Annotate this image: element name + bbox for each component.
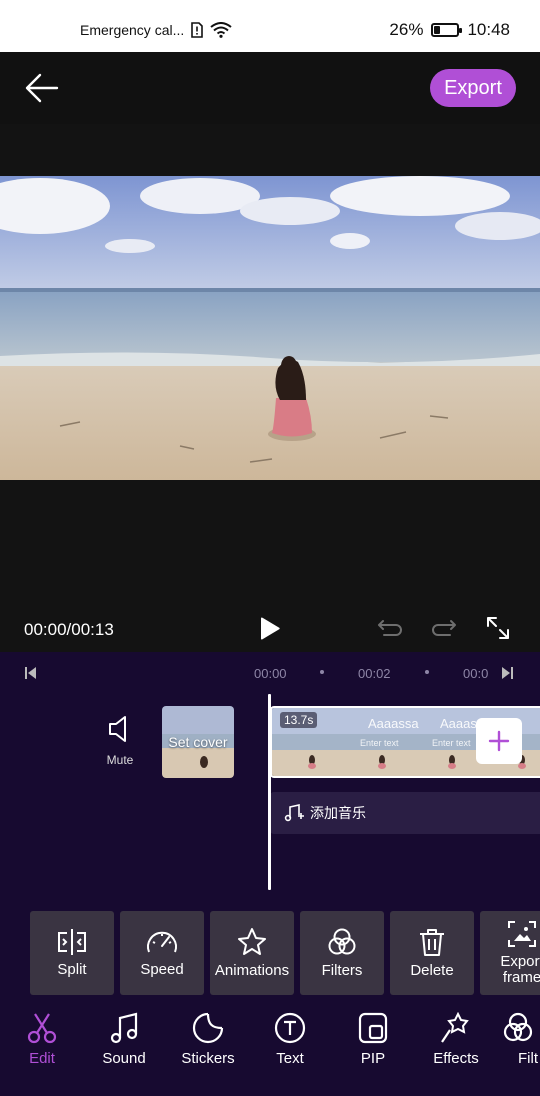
tool-label: Delete [410,961,454,979]
tab-filters[interactable]: Filt [496,1012,540,1067]
add-clip-button[interactable] [476,718,522,764]
battery-percent: 26% [389,20,424,39]
tool-label: Filters [321,961,363,979]
video-preview[interactable] [0,176,540,480]
tool-label: Animations [214,961,290,979]
skip-to-start-button[interactable] [24,666,38,685]
clock: 10:48 [467,20,510,39]
filters-tool[interactable]: Filters [300,911,384,995]
tab-label: Stickers [181,1050,235,1067]
effects-icon [441,1012,469,1043]
carrier-text: Emergency cal... [80,22,185,38]
pip-icon [358,1012,388,1044]
tab-label: Filt [518,1050,538,1067]
delete-icon [420,928,444,956]
undo-icon [378,620,402,636]
playhead[interactable] [268,694,271,890]
filters-tab-icon [503,1012,533,1042]
skip-to-end-button[interactable] [500,666,514,685]
clip-text-sub: Enter text [360,738,399,748]
wifi-icon [210,22,232,38]
tab-effects[interactable]: Effects [414,1012,498,1067]
status-left: Emergency cal... [80,22,232,38]
fullscreen-button[interactable] [484,614,512,647]
battery-icon [431,23,463,37]
text-icon [274,1012,306,1044]
tab-sound[interactable]: Sound [82,1012,166,1067]
tab-edit[interactable]: Edit [0,1012,84,1067]
export-button[interactable]: Export [430,69,516,107]
split-tool[interactable]: Split [30,911,114,995]
animations-tool[interactable]: Animations [210,911,294,995]
editor-panel: 00:00 00:02 00:0 Mute Set cover 13.7s Aa… [0,652,540,1096]
back-arrow-icon [25,73,59,103]
tab-label: Edit [29,1050,55,1067]
sim-alert-icon [191,22,204,38]
ruler-tick: 00:02 [358,666,391,681]
beach-scene-image [0,176,540,480]
time-display: 00:00/00:13 [24,620,114,639]
back-button[interactable] [24,70,60,106]
status-right: 26% 10:48 [389,20,510,40]
split-icon [58,928,86,955]
ruler-tick: 00:00 [254,666,287,681]
bottom-tab-bar: Edit Sound Stickers Text PIP Effects Fil… [0,1012,540,1096]
ruler-dot [425,670,429,674]
status-bar: Emergency cal... 26% 10:48 [0,0,540,52]
add-music-track[interactable]: 添加音乐 [270,792,540,834]
timeline-ruler: 00:00 00:02 00:0 [0,652,540,692]
tab-stickers[interactable]: Stickers [166,1012,250,1067]
plus-icon [488,730,510,752]
playback-controls: 00:00/00:13 [0,606,540,650]
play-icon [261,617,280,640]
tab-text[interactable]: Text [248,1012,332,1067]
redo-icon [432,620,456,636]
clip-text-overlay: Aaaassa [368,716,419,731]
scissors-icon [27,1013,57,1044]
mute-button[interactable]: Mute [96,714,144,767]
fullscreen-icon [487,617,509,639]
set-cover-button[interactable]: Set cover [162,706,234,778]
battery-fill [434,26,441,34]
edit-toolbar: Split Speed Animations Filters Delete Ex… [30,911,540,995]
tool-label: Speed [140,960,184,978]
delete-tool[interactable]: Delete [390,911,474,995]
export-frame-tool[interactable]: Export frame [480,911,540,995]
sticker-icon [192,1012,224,1044]
ruler-dot [320,670,324,674]
speaker-icon [109,716,126,742]
filters-icon [328,928,356,955]
set-cover-label: Set cover [168,734,228,750]
clip-text-sub: Enter text [432,738,471,748]
speed-icon [147,931,177,953]
animations-icon [238,927,266,955]
skip-start-icon [25,667,36,679]
speed-tool[interactable]: Speed [120,911,204,995]
music-icon [110,1012,138,1044]
tool-label: Split [57,960,87,978]
tab-label: Sound [102,1050,146,1067]
tool-label: Export frame [500,952,540,986]
play-button[interactable] [258,616,282,647]
redo-button[interactable] [430,618,458,643]
music-add-icon [284,804,304,822]
add-music-label: 添加音乐 [310,805,366,821]
tab-pip[interactable]: PIP [331,1012,415,1067]
undo-button[interactable] [376,618,404,643]
skip-end-icon [502,667,513,679]
clip-duration: 13.7s [280,712,318,728]
tab-label: Effects [433,1050,479,1067]
tab-label: PIP [360,1050,386,1067]
export-frame-icon [508,920,536,947]
mute-label: Mute [106,753,134,767]
ruler-tick: 00:0 [463,666,489,681]
top-bar: Export [0,52,540,124]
tab-label: Text [276,1050,304,1067]
